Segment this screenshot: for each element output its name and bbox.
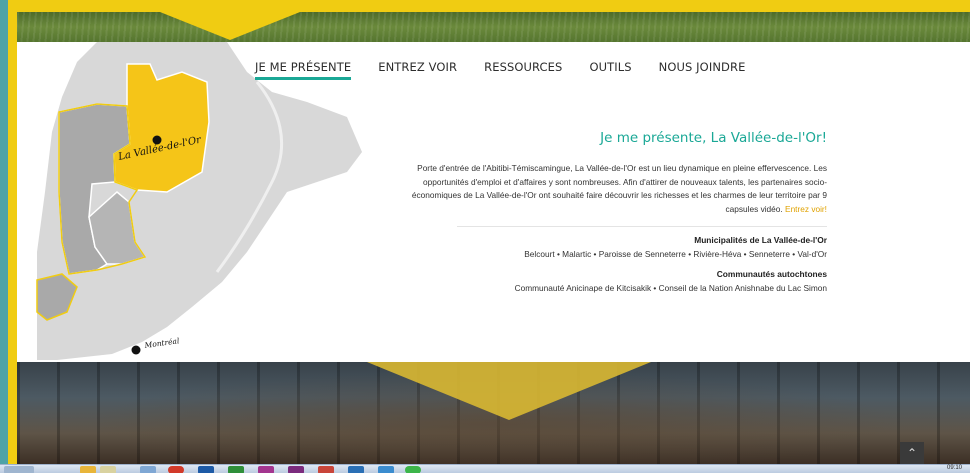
taskbar-app-icon[interactable] <box>288 466 304 473</box>
main-panel: La Vallée-de-l'Or Montréal JE ME PRÉSENT… <box>17 42 970 362</box>
entrez-voir-link[interactable]: Entrez voir! <box>785 204 827 214</box>
chevron-up-icon: ⌃ <box>906 446 918 460</box>
intro-text: Porte d'entrée de l'Abitibi-Témiscamingu… <box>411 163 827 214</box>
communities-heading: Communautés autochtones <box>716 269 827 279</box>
scroll-top-button[interactable]: ⌃ <box>900 442 924 464</box>
montreal-dot <box>131 345 141 355</box>
taskbar-app-icon[interactable] <box>258 466 274 473</box>
taskbar-app-icon[interactable] <box>378 466 394 473</box>
main-nav: JE ME PRÉSENTE ENTREZ VOIR RESSOURCES OU… <box>255 60 745 80</box>
nav-outils[interactable]: OUTILS <box>589 60 631 80</box>
intro-paragraph: Porte d'entrée de l'Abitibi-Témiscamingu… <box>397 162 827 216</box>
nav-entrez-voir[interactable]: ENTREZ VOIR <box>378 60 457 80</box>
banner-triangle <box>160 12 300 40</box>
region-map: La Vallée-de-l'Or Montréal <box>36 42 362 360</box>
nav-ressources[interactable]: RESSOURCES <box>484 60 562 80</box>
taskbar-app-icon[interactable] <box>318 466 334 473</box>
taskbar-app-icon[interactable] <box>168 466 184 473</box>
section-divider <box>457 226 827 227</box>
municipalities-list: Belcourt • Malartic • Paroisse de Sennet… <box>524 249 827 259</box>
os-taskbar: 09:10 <box>0 464 970 473</box>
city-label: Montréal <box>143 336 180 350</box>
taskbar-app-icon[interactable] <box>140 466 156 473</box>
taskbar-app-icon[interactable] <box>405 466 421 473</box>
taskbar-app-icon[interactable] <box>80 466 96 473</box>
nav-je-me-presente[interactable]: JE ME PRÉSENTE <box>255 60 352 80</box>
clock: 09:10 <box>946 465 962 471</box>
taskbar-app-icon[interactable] <box>198 466 214 473</box>
bottom-photo-banner <box>17 362 970 464</box>
taskbar-app-icon[interactable] <box>100 466 116 473</box>
page-title: Je me présente, La Vallée-de-l'Or! <box>600 130 827 146</box>
municipalities-heading: Municipalités de La Vallée-de-l'Or <box>694 235 827 245</box>
nav-nous-joindre[interactable]: NOUS JOINDRE <box>659 60 746 80</box>
communities-list: Communauté Anicinape de Kitcisakik • Con… <box>514 283 827 293</box>
taskbar-app-icon[interactable] <box>228 466 244 473</box>
start-button[interactable] <box>4 466 34 473</box>
taskbar-app-icon[interactable] <box>348 466 364 473</box>
photo-triangle <box>367 362 651 420</box>
left-teal-border <box>0 0 8 464</box>
intro-section: Je me présente, La Vallée-de-l'Or! Porte… <box>397 130 827 293</box>
